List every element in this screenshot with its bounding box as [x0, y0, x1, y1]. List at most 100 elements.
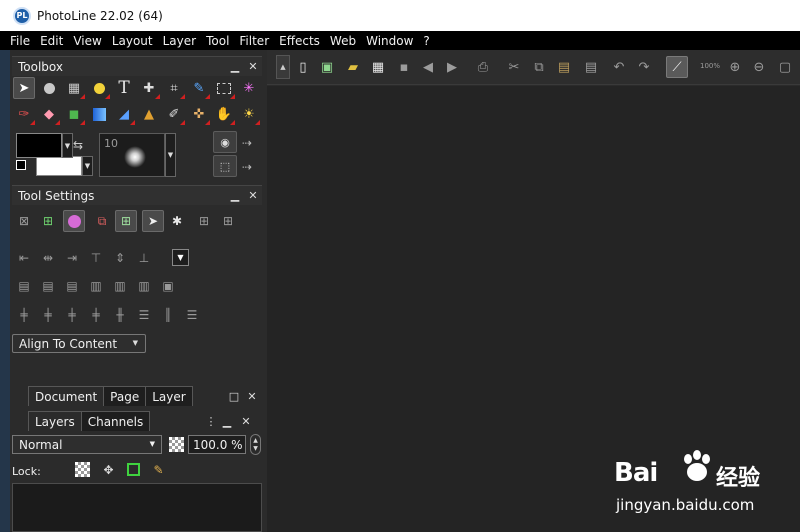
blend-mode-select[interactable]: Normal ▼ [12, 435, 162, 454]
menu-layout[interactable]: Layout [112, 34, 153, 48]
align-right-edge-icon[interactable]: ⇥ [61, 247, 83, 269]
distribute-top-icon[interactable]: ╪ [85, 304, 107, 326]
tab-layers[interactable]: Layers [28, 411, 82, 431]
align-options-dropdown-icon[interactable]: ▼ [172, 249, 189, 266]
swap-colors-icon[interactable]: ⇆ [73, 138, 83, 152]
tab-page[interactable]: Page [103, 386, 147, 406]
lock-size-icon[interactable] [126, 462, 141, 477]
layers-list[interactable] [12, 483, 262, 532]
close-icon[interactable]: ✕ [244, 60, 262, 73]
gradient-tool-icon[interactable] [88, 103, 110, 125]
fit-window-icon[interactable]: ▢ [774, 56, 796, 78]
opacity-field[interactable]: 100.0 % [188, 435, 246, 454]
pipette-tool-icon[interactable]: ✎ [188, 77, 210, 99]
layer-select-icon[interactable]: ⧉ [91, 210, 113, 232]
align-bottoms-icon[interactable]: ▤ [61, 275, 83, 297]
align-lefts-icon[interactable]: ▥ [85, 275, 107, 297]
grid-select-icon[interactable]: ⊞ [115, 210, 137, 232]
background-dropdown-icon[interactable]: ▼ [82, 156, 93, 176]
paste-into-icon[interactable]: ▤ [580, 56, 602, 78]
menu-help[interactable]: ? [423, 34, 429, 48]
menu-layer[interactable]: Layer [163, 34, 196, 48]
menu-window[interactable]: Window [366, 34, 413, 48]
new-document-wizard-icon[interactable]: ▣ [316, 56, 338, 78]
grid-icon[interactable]: ⊞ [193, 210, 215, 232]
minimize-icon[interactable]: ▁ [217, 415, 237, 428]
tab-channels[interactable]: Channels [80, 411, 151, 431]
align-h-center-icon[interactable]: ⇹ [37, 247, 59, 269]
new-document-icon[interactable]: ▯ [292, 56, 314, 78]
close-icon[interactable]: ✕ [243, 390, 261, 403]
menu-filter[interactable]: Filter [239, 34, 269, 48]
lock-position-icon[interactable]: ✥ [101, 462, 116, 477]
crop-tool-icon[interactable]: ⌗ [163, 77, 185, 99]
repair-tool-icon[interactable]: ✜ [188, 103, 210, 125]
opacity-stepper[interactable]: ▲ ▼ [250, 434, 261, 455]
eraser-tool-icon[interactable]: ◆ [38, 103, 60, 125]
close-icon[interactable]: ✕ [244, 189, 262, 202]
reset-colors-icon[interactable] [16, 160, 26, 170]
menu-tool[interactable]: Tool [206, 34, 229, 48]
magic-wand-tool-icon[interactable]: ✳ [238, 77, 260, 99]
menu-web[interactable]: Web [330, 34, 356, 48]
mode-toggle-icon[interactable]: ⇢ [242, 136, 252, 150]
mode-toggle-2-icon[interactable]: ⇢ [242, 160, 252, 174]
image-transform-tool-icon[interactable]: ▦ [63, 77, 85, 99]
lock-transparency-icon[interactable] [75, 462, 90, 477]
fill-tool-icon[interactable]: ◢ [113, 103, 135, 125]
transform-frame-icon[interactable]: ⊠ [13, 210, 35, 232]
grid-add-icon[interactable]: ⊞ [217, 210, 239, 232]
align-page-icon[interactable]: ▣ [157, 275, 179, 297]
menu-edit[interactable]: Edit [40, 34, 63, 48]
shape-tool-icon[interactable] [88, 77, 110, 99]
align-to-select[interactable]: Align To Content ▼ [12, 334, 146, 353]
distribute-h-center-icon[interactable]: ╪ [37, 304, 59, 326]
forward-icon[interactable]: ▶ [441, 56, 463, 78]
selection-tool-icon[interactable] [213, 77, 235, 99]
distribute-h-space-icon[interactable]: ║ [157, 304, 179, 326]
toolbar-grip-icon[interactable]: ▲ [276, 55, 290, 79]
light-tool-icon[interactable]: ☀ [238, 103, 260, 125]
align-centers-icon[interactable]: ▥ [109, 275, 131, 297]
save-icon[interactable]: ▪ [393, 56, 415, 78]
menu-view[interactable]: View [73, 34, 101, 48]
cut-icon[interactable]: ✂ [503, 56, 525, 78]
minimize-icon[interactable]: ▁ [226, 60, 244, 73]
align-tops-icon[interactable]: ▤ [13, 275, 35, 297]
align-v-center-icon[interactable]: ⇕ [109, 247, 131, 269]
zoom-out-icon[interactable]: ⊖ [748, 56, 770, 78]
align-rights-icon[interactable]: ▥ [133, 275, 155, 297]
anchor-tool-icon[interactable]: ✚ [138, 77, 160, 99]
move-pointer-icon[interactable]: ➤ [142, 210, 164, 232]
stamp-tool-icon[interactable]: ▲ [138, 103, 160, 125]
back-icon[interactable]: ◀ [417, 56, 439, 78]
align-top-edge-icon[interactable]: ⊤ [85, 247, 107, 269]
lock-paint-icon[interactable]: ✎ [151, 462, 166, 477]
smudge-tool-icon[interactable]: ✐ [163, 103, 185, 125]
more-options-icon[interactable]: ⋮ [205, 415, 217, 428]
background-color-swatch[interactable] [36, 156, 82, 176]
copy-icon[interactable]: ⧉ [528, 56, 550, 78]
menu-file[interactable]: File [10, 34, 30, 48]
open-folder-icon[interactable]: ▰ [342, 56, 364, 78]
paste-icon[interactable]: ▤ [553, 56, 575, 78]
bounding-box-icon[interactable]: ⊞ [37, 210, 59, 232]
align-bottom-edge-icon[interactable]: ⊥ [133, 247, 155, 269]
settings-gear-icon[interactable]: ✱ [166, 210, 188, 232]
sphere-tool-icon[interactable] [38, 77, 60, 99]
browser-icon[interactable]: ▦ [367, 56, 389, 78]
ruler-tool-icon[interactable]: ⟋ [666, 56, 688, 78]
zoom-level[interactable]: 100% [700, 62, 720, 70]
pointer-tool-icon[interactable]: ➤ [13, 77, 35, 99]
menu-effects[interactable]: Effects [279, 34, 320, 48]
mask-mode-icon[interactable]: ◉ [213, 131, 237, 153]
minimize-icon[interactable]: ▁ [226, 189, 244, 202]
tab-document[interactable]: Document [28, 386, 105, 406]
hand-tool-icon[interactable]: ✋ [213, 103, 235, 125]
zoom-in-icon[interactable]: ⊕ [724, 56, 746, 78]
distribute-right-icon[interactable]: ╪ [61, 304, 83, 326]
distribute-left-icon[interactable]: ╪ [13, 304, 35, 326]
align-left-edge-icon[interactable]: ⇤ [13, 247, 35, 269]
snap-center-icon[interactable] [63, 210, 85, 232]
clone-tool-icon[interactable]: ◼ [63, 103, 85, 125]
